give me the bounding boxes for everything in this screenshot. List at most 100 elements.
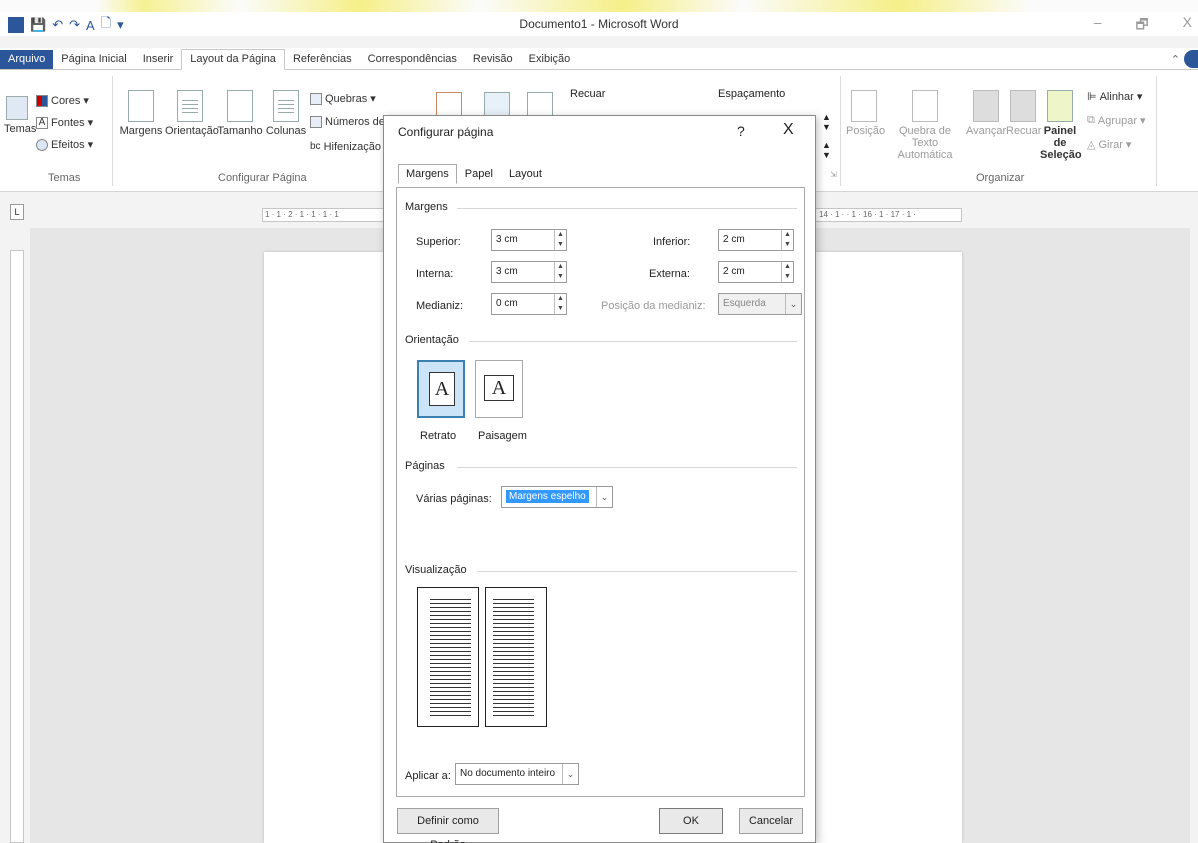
dialog-tabs: Margens Papel Layout <box>398 164 550 184</box>
page-setup-dialog: Configurar página ? X Margens Papel Layo… <box>383 115 816 843</box>
tab-exibicao[interactable]: Exibição <box>521 50 579 69</box>
paragraph-dialog-launcher-icon[interactable]: ⇲ <box>830 170 837 179</box>
group-label-configurar-pagina: Configurar Página <box>218 172 307 184</box>
position-icon <box>851 90 877 122</box>
spin-arrows-icon[interactable]: ▲ ▼ <box>554 230 566 250</box>
aplicar-a-combo[interactable]: No documento inteiro ⌄ <box>455 763 579 785</box>
section-visualizacao: Visualização <box>405 564 467 576</box>
dialog-close-button[interactable]: X <box>783 121 794 139</box>
tamanho-button[interactable]: Tamanho <box>216 90 264 137</box>
tab-referencias[interactable]: Referências <box>285 50 360 69</box>
orientation-icon <box>177 90 203 122</box>
recuar-label: Recuar <box>570 88 606 100</box>
cores-button[interactable]: Cores ▾ <box>36 94 89 107</box>
separator <box>840 76 841 186</box>
separator <box>469 341 797 342</box>
dialog-tab-layout[interactable]: Layout <box>501 164 550 184</box>
aplicar-a-label: Aplicar a: <box>405 770 451 782</box>
line-numbers-icon <box>310 116 322 128</box>
paisagem-option[interactable]: A <box>475 360 523 418</box>
posicao-button[interactable]: Posição <box>846 90 885 137</box>
alinhar-button[interactable]: ⊫ Alinhar ▾ <box>1087 90 1142 104</box>
dialog-title: Configurar página <box>398 125 494 139</box>
temas-button[interactable]: Temas <box>4 96 36 135</box>
posicao-medianiz-combo[interactable]: Esquerda ⌄ <box>718 293 802 315</box>
cancelar-button[interactable]: Cancelar <box>739 808 803 834</box>
title-bar: W 💾 ↶ ↷ A 🗋 ▾ Documento1 - Microsoft Wor… <box>0 12 1198 36</box>
hyphenation-icon: bc <box>310 141 321 152</box>
tab-layout-da-pagina[interactable]: Layout da Página <box>181 49 285 70</box>
interna-spin[interactable]: 3 cm ▲ ▼ <box>491 261 567 283</box>
hifenizacao-button[interactable]: bc Hifenização▾ <box>310 140 390 154</box>
efeitos-button[interactable]: Efeitos ▾ <box>36 138 93 151</box>
separator <box>457 467 797 468</box>
agrupar-button[interactable]: ⧉ Agrupar ▾ <box>1087 114 1146 127</box>
spin-arrows-icon[interactable]: ▲ ▼ <box>781 230 793 250</box>
help-icon[interactable] <box>1184 50 1198 68</box>
effects-icon <box>36 138 48 151</box>
close-window-button[interactable]: X <box>1183 14 1192 38</box>
dialog-tab-margens[interactable]: Margens <box>398 164 457 184</box>
tab-arquivo[interactable]: Arquivo <box>0 50 54 69</box>
spin-arrows-icon[interactable]: ▲ ▼ <box>554 294 566 314</box>
retrato-option[interactable]: A <box>417 360 465 418</box>
window-controls: – 🗗 X <box>1094 14 1192 38</box>
margins-icon <box>128 90 154 122</box>
separator <box>1156 76 1157 186</box>
avancar-button[interactable]: Avançar <box>966 90 1006 137</box>
colunas-button[interactable]: Colunas <box>264 90 308 137</box>
quebras-button[interactable]: Quebras ▾ <box>310 92 376 105</box>
ribbon-minimize-icon[interactable]: ⌃ <box>1171 53 1180 66</box>
tab-selector-button[interactable]: L <box>10 204 24 220</box>
selection-pane-icon <box>1047 90 1073 122</box>
spin-arrows-icon[interactable]: ▲ ▼ <box>781 262 793 282</box>
paisagem-label: Paisagem <box>478 430 527 442</box>
ok-button[interactable]: OK <box>659 808 723 834</box>
columns-icon <box>273 90 299 122</box>
colors-icon <box>36 94 48 107</box>
spacing-spin-down[interactable]: ▲ ▼ <box>822 140 831 160</box>
ribbon-tabs: Arquivo Página Inicial Inserir Layout da… <box>0 48 1198 70</box>
varias-paginas-label: Várias páginas: <box>416 493 492 505</box>
dialog-tab-papel[interactable]: Papel <box>457 164 501 184</box>
fonts-icon: A <box>36 116 48 129</box>
orientacao-button[interactable]: Orientação <box>165 90 219 137</box>
externa-label: Externa: <box>649 268 690 280</box>
girar-button[interactable]: ◬ Girar ▾ <box>1087 138 1131 152</box>
separator <box>457 208 797 209</box>
externa-spin[interactable]: 2 cm ▲ ▼ <box>718 261 794 283</box>
definir-como-padrao-button[interactable]: Definir como Padrão <box>397 808 499 843</box>
painel-de-selecao-button[interactable]: Painel de Seleção <box>1040 90 1082 161</box>
fontes-button[interactable]: A Fontes ▾ <box>36 116 93 129</box>
spin-arrows-icon[interactable]: ▲ ▼ <box>554 262 566 282</box>
landscape-page-icon: A <box>484 375 514 401</box>
section-margens: Margens <box>405 201 448 213</box>
bring-forward-icon <box>973 90 999 122</box>
spacing-spin-up[interactable]: ▲ ▼ <box>822 112 831 132</box>
varias-paginas-combo[interactable]: Margens espelho ⌄ <box>501 486 613 508</box>
margens-button[interactable]: Margens <box>118 90 164 137</box>
tab-pagina-inicial[interactable]: Página Inicial <box>53 50 134 69</box>
superior-spin[interactable]: 3 cm ▲ ▼ <box>491 229 567 251</box>
chevron-down-icon: ⌄ <box>785 294 801 314</box>
medianiz-spin[interactable]: 0 cm ▲ ▼ <box>491 293 567 315</box>
tab-correspondencias[interactable]: Correspondências <box>360 50 465 69</box>
tab-inserir[interactable]: Inserir <box>135 50 182 69</box>
rotate-icon: ◬ <box>1087 139 1096 151</box>
wrap-text-icon <box>912 90 938 122</box>
align-icon: ⊫ <box>1087 91 1097 103</box>
inferior-spin[interactable]: 2 cm ▲ ▼ <box>718 229 794 251</box>
window-title: Documento1 - Microsoft Word <box>519 17 679 31</box>
chevron-down-icon: ⌄ <box>562 764 578 784</box>
vertical-ruler[interactable] <box>10 250 24 843</box>
medianiz-label: Medianiz: <box>416 300 464 312</box>
retrato-label: Retrato <box>420 430 457 442</box>
minimize-button[interactable]: – <box>1094 14 1102 38</box>
recuar-button[interactable]: Recuar <box>1006 90 1041 137</box>
interna-label: Interna: <box>416 268 454 280</box>
tab-revisao[interactable]: Revisão <box>465 50 521 69</box>
restore-button[interactable]: 🗗 <box>1136 14 1149 38</box>
dialog-help-button[interactable]: ? <box>737 123 745 139</box>
quebra-de-texto-button[interactable]: Quebra de Texto Automática <box>886 90 964 161</box>
top-banner-strip <box>0 0 1198 12</box>
